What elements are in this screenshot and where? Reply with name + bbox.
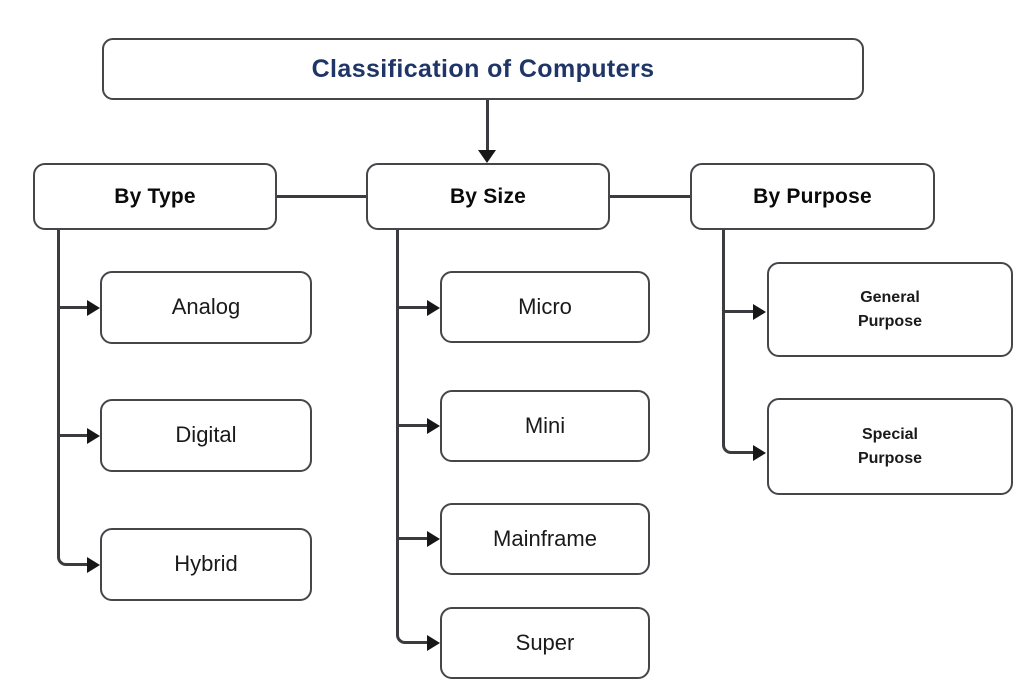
node-hybrid[interactable]: Hybrid	[100, 528, 312, 601]
node-digital[interactable]: Digital	[100, 399, 312, 472]
connector-by-purpose-trunk	[722, 229, 725, 444]
node-label: By Type	[114, 184, 196, 208]
connector-by-size-to-micro	[396, 306, 430, 309]
node-label: Micro	[518, 293, 572, 319]
arrowhead-super-icon	[427, 635, 440, 651]
node-by-type[interactable]: By Type	[33, 163, 277, 230]
node-classification-of-computers[interactable]: Classification of Computers	[102, 38, 864, 100]
connector-by-type-to-analog	[57, 306, 89, 309]
node-by-purpose[interactable]: By Purpose	[690, 163, 935, 230]
connector-root-to-by-size	[486, 100, 489, 150]
arrowhead-digital-icon	[87, 428, 100, 444]
arrowhead-general-purpose-icon	[753, 304, 766, 320]
connector-by-type-trunk	[57, 229, 60, 556]
node-label: Analog	[171, 294, 241, 320]
node-by-size[interactable]: By Size	[366, 163, 610, 230]
node-label: By Purpose	[753, 184, 872, 208]
connector-by-size-trunk	[396, 229, 399, 634]
node-label: Mainframe	[493, 525, 597, 551]
node-label: Digital	[175, 422, 237, 448]
connector-by-size-to-by-purpose	[608, 195, 692, 198]
connector-by-size-to-mainframe	[396, 537, 430, 540]
node-label: Classification of Computers	[311, 54, 655, 83]
node-label: By Size	[449, 184, 527, 208]
connector-by-size-to-mini	[396, 424, 430, 427]
connector-by-type-elbow-hybrid	[57, 548, 87, 566]
node-special-purpose[interactable]: Special Purpose	[767, 398, 1013, 495]
arrowhead-root-to-by-size-icon	[478, 150, 496, 163]
arrowhead-special-purpose-icon	[753, 445, 766, 461]
node-label: Special Purpose	[857, 425, 922, 467]
connector-by-size-elbow-super	[396, 626, 428, 644]
node-label: Mini	[524, 412, 566, 438]
node-label: Hybrid	[174, 551, 238, 577]
node-label: General Purpose	[857, 288, 922, 330]
arrowhead-mini-icon	[427, 418, 440, 434]
node-analog[interactable]: Analog	[100, 271, 312, 344]
node-micro[interactable]: Micro	[440, 271, 650, 343]
arrowhead-mainframe-icon	[427, 531, 440, 547]
node-mainframe[interactable]: Mainframe	[440, 503, 650, 575]
connector-by-type-to-by-size	[275, 195, 368, 198]
arrowhead-micro-icon	[427, 300, 440, 316]
diagram-canvas: Classification of Computers By Type By S…	[0, 0, 1024, 694]
connector-by-type-to-digital	[57, 434, 89, 437]
arrowhead-analog-icon	[87, 300, 100, 316]
node-label: Super	[515, 629, 575, 655]
node-mini[interactable]: Mini	[440, 390, 650, 462]
node-super[interactable]: Super	[440, 607, 650, 679]
connector-by-purpose-to-general	[722, 310, 756, 313]
connector-by-purpose-elbow-special	[722, 436, 754, 454]
arrowhead-hybrid-icon	[87, 557, 100, 573]
node-general-purpose[interactable]: General Purpose	[767, 262, 1013, 357]
